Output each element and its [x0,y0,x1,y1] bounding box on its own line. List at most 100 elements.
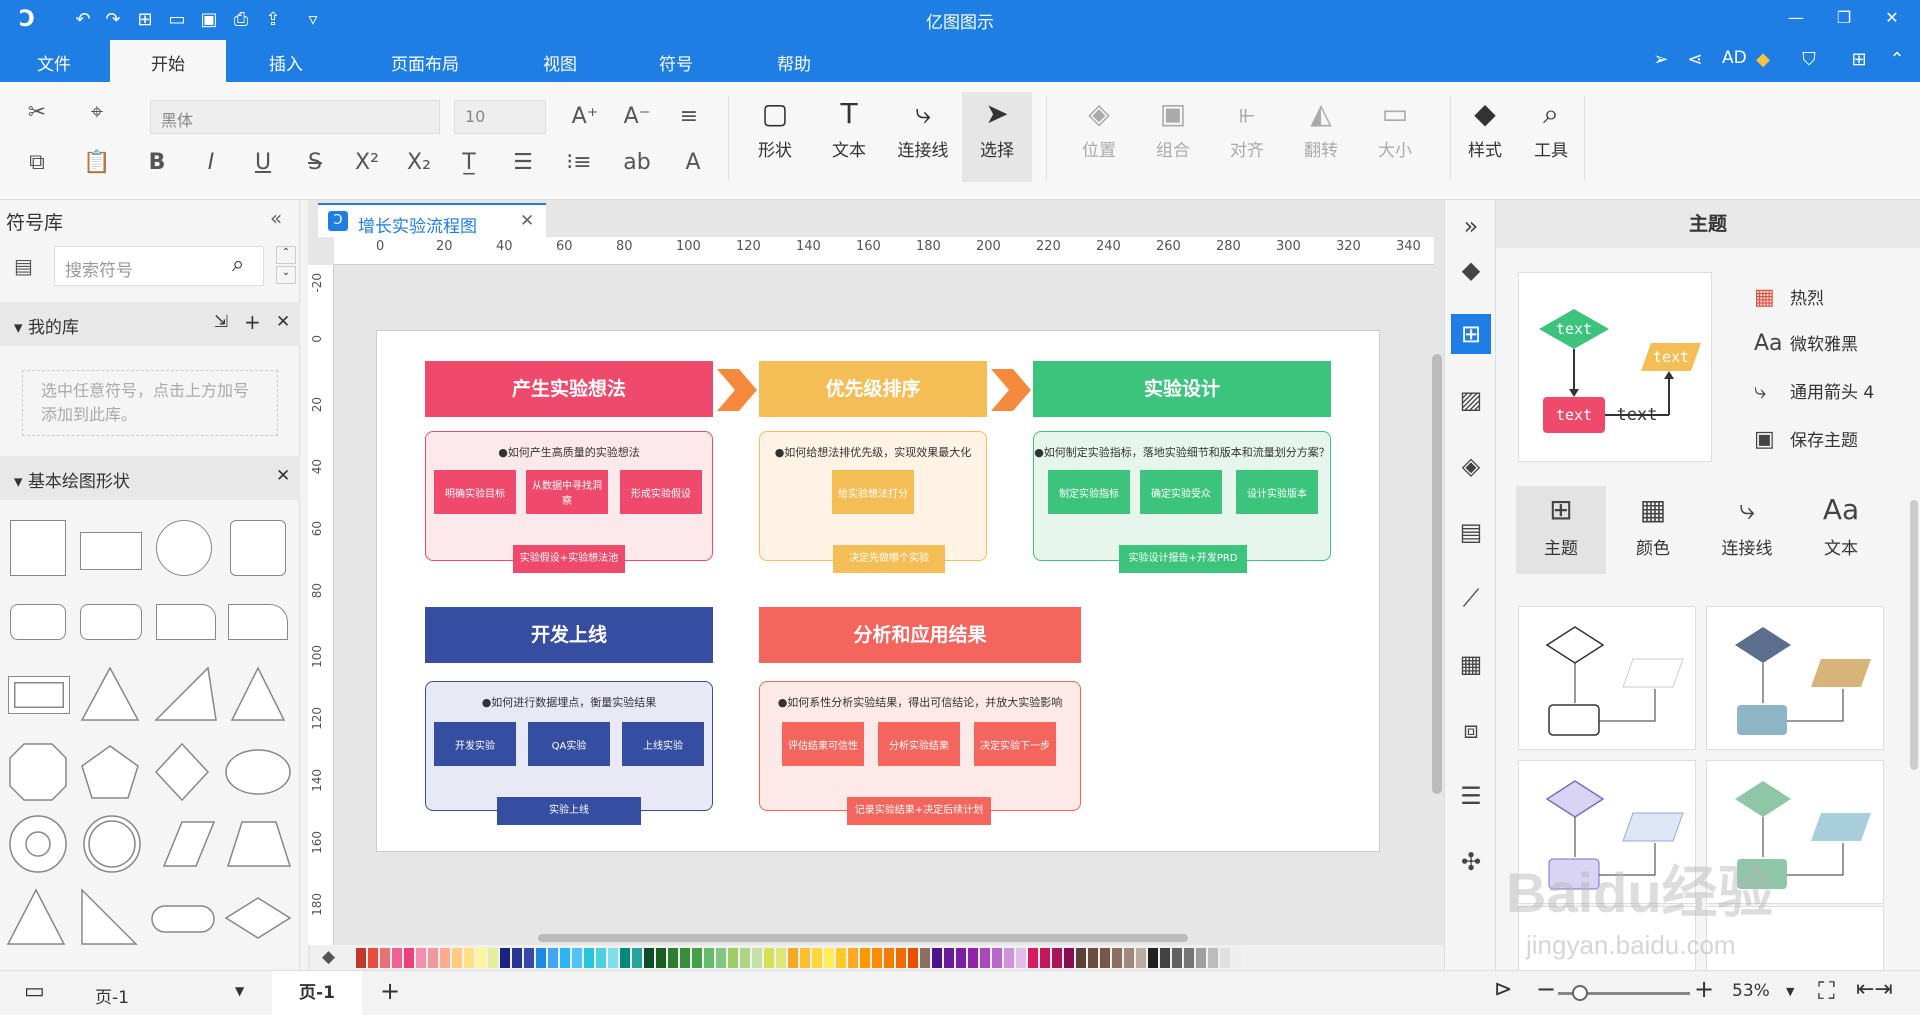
theme-thumbnail[interactable] [1706,606,1884,750]
bold-icon[interactable]: B [140,146,174,180]
tab-file[interactable]: 文件 [4,40,104,82]
shirt-icon[interactable]: ⛉ [1796,46,1822,72]
color-swatch[interactable] [596,948,606,968]
play-icon[interactable]: ⊳ [1494,977,1512,1002]
chart-icon[interactable]: ⟋ [1451,578,1491,618]
strikethrough-icon[interactable]: S [298,146,332,180]
color-swatch[interactable] [692,948,702,968]
vertical-scrollbar[interactable] [1432,354,1442,794]
color-swatch[interactable] [440,948,450,968]
color-swatch[interactable] [884,948,894,968]
color-swatch[interactable] [932,948,942,968]
color-swatch[interactable] [680,948,690,968]
color-swatch[interactable] [944,948,954,968]
color-swatch[interactable] [1040,948,1050,968]
task-box[interactable]: 分析实验结果 [878,722,960,766]
chevron-down-icon[interactable]: ▼ [1786,985,1794,998]
color-swatch[interactable] [1052,948,1062,968]
color-swatch[interactable] [1208,948,1218,968]
color-swatch[interactable] [1196,948,1206,968]
image-icon[interactable]: ▨ [1451,380,1491,420]
copy-icon[interactable]: ⧉ [20,146,54,180]
color-swatch[interactable] [848,948,858,968]
color-swatch[interactable] [968,948,978,968]
bullet-list-icon[interactable]: ⁝≡ [562,146,596,180]
polygon-shapes[interactable] [6,740,296,804]
color-swatch[interactable] [1148,948,1158,968]
zoom-level[interactable]: 53% [1732,981,1770,1001]
color-swatch[interactable] [416,948,426,968]
color-swatch[interactable] [560,948,570,968]
theme-icon[interactable]: ⊞ [1451,314,1491,354]
color-swatch[interactable] [800,948,810,968]
text-style-icon[interactable]: T̲ [452,146,486,180]
send-icon[interactable]: ➢ [1648,46,1674,72]
color-swatch[interactable] [1088,948,1098,968]
triangle-shapes[interactable] [80,664,300,724]
color-swatch[interactable] [476,948,486,968]
tab-view[interactable]: 视图 [510,40,610,82]
stage-output[interactable]: 决定先做哪个实验 [833,545,945,573]
color-swatch[interactable] [1112,948,1122,968]
apps-grid-icon[interactable]: ⊞ [1846,46,1872,72]
panel-scrollbar[interactable] [1910,500,1918,770]
layers-icon[interactable]: ◈ [1451,446,1491,486]
zoom-in-icon[interactable]: + [1694,975,1714,1003]
text-button[interactable]: T 文本 [814,92,884,182]
rectangle-shape[interactable] [80,532,142,570]
italic-icon[interactable]: I [194,146,228,180]
table-icon[interactable]: ▦ [1451,644,1491,684]
add-icon[interactable]: + [244,310,261,334]
task-box[interactable]: QA实验 [528,722,610,766]
tab-color[interactable]: ▦ 颜色 [1608,486,1698,574]
tab-theme[interactable]: ⊞ 主题 [1516,486,1606,574]
format-painter-icon[interactable]: ⌖ [80,96,114,130]
font-name-select[interactable]: 黑体 [150,100,440,134]
color-swatch[interactable] [404,948,414,968]
color-swatch[interactable] [452,948,462,968]
color-swatch[interactable] [776,948,786,968]
color-swatch[interactable] [1028,948,1038,968]
stage-panel[interactable]: ●如何系性分析实验结果，得出可信结论，并放大实验影响 评估结果可信性 分析实验结… [759,681,1081,811]
task-box[interactable]: 评估结果可信性 [782,722,864,766]
collapse-panel-icon[interactable]: « [270,206,282,230]
collapse-ribbon-icon[interactable]: ⌃ [1884,46,1910,72]
connector-option[interactable]: ⤷ 通用箭头 4 [1754,378,1874,404]
color-swatch[interactable] [812,948,822,968]
stage-panel[interactable]: ●如何制定实验指标，落地实验细节和版本和流量划分方案？ 制定实验指标 确定实验受… [1033,431,1331,561]
color-swatch[interactable] [1064,948,1074,968]
color-swatch[interactable] [668,948,678,968]
color-swatch[interactable] [428,948,438,968]
color-swatch[interactable] [764,948,774,968]
color-swatch[interactable] [356,948,366,968]
fill-bucket-icon[interactable]: ◆ [322,947,335,967]
outline-icon[interactable]: ⧈ [1451,710,1491,750]
tab-help[interactable]: 帮助 [744,40,844,82]
color-swatch[interactable] [740,948,750,968]
color-swatch[interactable] [392,948,402,968]
minimize-button[interactable]: — [1776,4,1816,32]
stage-title[interactable]: 开发上线 [425,607,713,663]
color-swatch[interactable] [584,948,594,968]
color-swatch[interactable] [836,948,846,968]
page-view-icon[interactable]: ▭ [24,979,45,1004]
color-swatch[interactable] [728,948,738,968]
save-theme-button[interactable]: ▣ 保存主题 [1754,426,1858,452]
color-swatch[interactable] [908,948,918,968]
task-box[interactable]: 从数据中寻找洞察 [526,470,608,514]
my-library-header[interactable]: ▾ 我的库 ⇲ + ✕ [0,302,300,346]
paste-icon[interactable]: 📋 [80,146,114,180]
fill-icon[interactable]: ◆ [1451,250,1491,290]
stage-title[interactable]: 实验设计 [1033,361,1331,417]
library-menu-icon[interactable]: ▤ [14,254,33,278]
size-button[interactable]: ▭ 大小 [1360,92,1430,182]
task-box[interactable]: 形成实验假设 [620,470,702,514]
color-swatch[interactable] [896,948,906,968]
expand-panel-icon[interactable]: » [1451,206,1491,246]
color-swatch[interactable] [1220,948,1230,968]
tab-page-layout[interactable]: 页面布局 [370,40,480,82]
tab-symbol[interactable]: 符号 [626,40,726,82]
task-box[interactable]: 制定实验指标 [1048,470,1130,514]
presentation-icon[interactable]: ☰ [1451,776,1491,816]
text-case-icon[interactable]: ab [620,146,654,180]
